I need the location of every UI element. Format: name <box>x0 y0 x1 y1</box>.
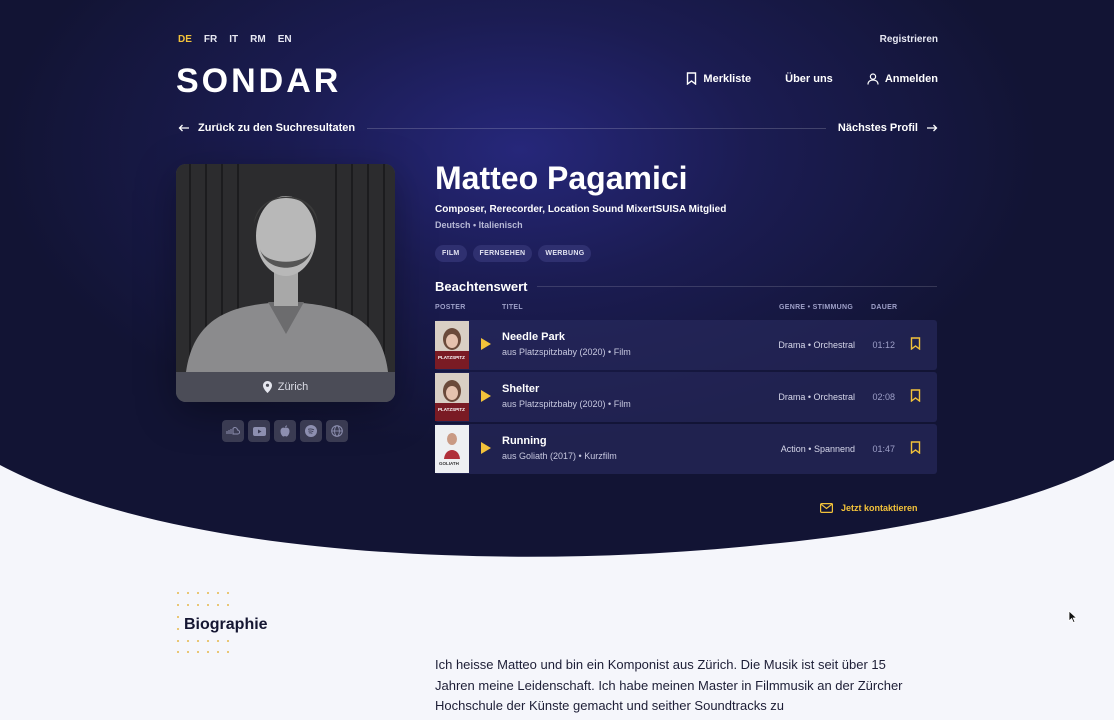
location: Zürich <box>176 372 395 402</box>
profile-photo <box>176 164 395 372</box>
lang-it[interactable]: IT <box>229 34 238 45</box>
biography-text: Ich heisse Matteo und bin ein Komponist … <box>435 657 903 713</box>
column-genre: GENRE • STIMMUNG <box>779 304 854 311</box>
web-icon[interactable] <box>326 420 348 442</box>
track-title: Shelter <box>502 383 540 395</box>
spotify-icon[interactable] <box>300 420 322 442</box>
svg-text:PLATZSPITZ: PLATZSPITZ <box>438 355 465 360</box>
profile-roles: Composer, Rerecorder, Location Sound Mix… <box>435 204 727 215</box>
social-links <box>222 420 348 442</box>
soundcloud-icon[interactable] <box>222 420 244 442</box>
svg-text:PLATZSPITZ: PLATZSPITZ <box>438 407 465 412</box>
track-title: Running <box>502 435 547 447</box>
track-genre: Drama • Orchestral <box>778 392 855 402</box>
map-pin-icon <box>262 381 272 393</box>
play-icon[interactable] <box>481 442 491 454</box>
arrow-left-icon <box>178 124 189 132</box>
youtube-icon[interactable] <box>248 420 270 442</box>
profile-languages: Deutsch • Italienisch <box>435 220 523 230</box>
bookmark-icon <box>687 72 697 85</box>
bookmark-icon[interactable] <box>910 441 921 454</box>
play-icon[interactable] <box>481 390 491 402</box>
profile-tags: FILM FERNSEHEN WERBUNG <box>435 245 592 262</box>
back-label: Zurück zu den Suchresultaten <box>198 122 356 134</box>
logo[interactable]: SONDAR <box>176 62 341 101</box>
contact-label: Jetzt kontaktieren <box>841 503 918 513</box>
login-link[interactable]: Anmelden <box>867 73 938 85</box>
register-link[interactable]: Registrieren <box>880 34 938 45</box>
notable-section-title: Beachtenswert <box>435 279 937 294</box>
bookmark-icon[interactable] <box>910 389 921 402</box>
tag-werbung[interactable]: WERBUNG <box>538 245 592 262</box>
bookmark-icon[interactable] <box>910 337 921 350</box>
track-genre: Action • Spannend <box>780 444 855 454</box>
notable-title: Beachtenswert <box>435 279 528 294</box>
profile-photo-card: Zürich <box>176 164 395 402</box>
poster-thumbnail: PLATZSPITZ <box>435 373 469 421</box>
track-source: aus Goliath (2017) • Kurzfilm <box>502 451 617 461</box>
next-profile-link[interactable]: Nächstes Profil <box>838 122 938 134</box>
track-row[interactable]: GOLIATH Running aus Goliath (2017) • Kur… <box>435 424 937 474</box>
tag-film[interactable]: FILM <box>435 245 467 262</box>
column-duration: DAUER <box>871 304 898 311</box>
location-label: Zürich <box>277 381 309 393</box>
track-row[interactable]: PLATZSPITZ Needle Park aus Platzspitzbab… <box>435 320 937 370</box>
tag-fernsehen[interactable]: FERNSEHEN <box>472 245 533 262</box>
play-icon[interactable] <box>481 338 491 350</box>
poster-thumbnail: PLATZSPITZ <box>435 321 469 369</box>
track-row[interactable]: PLATZSPITZ Shelter aus Platzspitzbaby (2… <box>435 372 937 422</box>
apple-icon[interactable] <box>274 420 296 442</box>
track-duration: 02:08 <box>872 392 895 402</box>
about-label: Über uns <box>785 72 833 85</box>
poster-thumbnail: GOLIATH <box>435 425 469 473</box>
track-genre: Drama • Orchestral <box>778 340 855 350</box>
lang-en[interactable]: EN <box>278 34 292 45</box>
lang-rm[interactable]: RM <box>250 34 266 45</box>
track-source: aus Platzspitzbaby (2020) • Film <box>502 399 631 409</box>
about-link[interactable]: Über uns <box>785 73 833 85</box>
svg-text:GOLIATH: GOLIATH <box>439 461 459 466</box>
lang-de[interactable]: DE <box>178 34 192 45</box>
lang-fr[interactable]: FR <box>204 34 217 45</box>
back-to-results-link[interactable]: Zurück zu den Suchresultaten <box>178 122 355 134</box>
track-duration: 01:12 <box>872 340 895 350</box>
watchlist-link[interactable]: Merkliste <box>686 72 751 85</box>
mail-icon <box>820 503 833 513</box>
biography-title: Biographie <box>184 616 268 633</box>
track-title: Needle Park <box>502 331 565 343</box>
watchlist-label: Merkliste <box>703 72 752 85</box>
mouse-cursor-icon <box>1068 610 1078 624</box>
profile-name: Matteo Pagamici <box>435 160 688 196</box>
divider <box>367 127 826 129</box>
column-poster: POSTER <box>435 304 466 311</box>
column-title: TITEL <box>502 304 523 311</box>
arrow-right-icon <box>927 124 938 132</box>
contact-button[interactable]: Jetzt kontaktieren <box>820 503 918 513</box>
login-label: Anmelden <box>884 72 938 85</box>
profile-navigation: Zurück zu den Suchresultaten Nächstes Pr… <box>178 120 938 136</box>
track-duration: 01:47 <box>872 444 895 454</box>
track-source: aus Platzspitzbaby (2020) • Film <box>502 347 631 357</box>
main-nav: Merkliste Über uns Anmelden <box>686 72 938 85</box>
user-icon <box>867 72 879 85</box>
divider <box>537 286 937 287</box>
language-switcher: DE FR IT RM EN <box>178 34 292 45</box>
next-label: Nächstes Profil <box>837 122 918 134</box>
